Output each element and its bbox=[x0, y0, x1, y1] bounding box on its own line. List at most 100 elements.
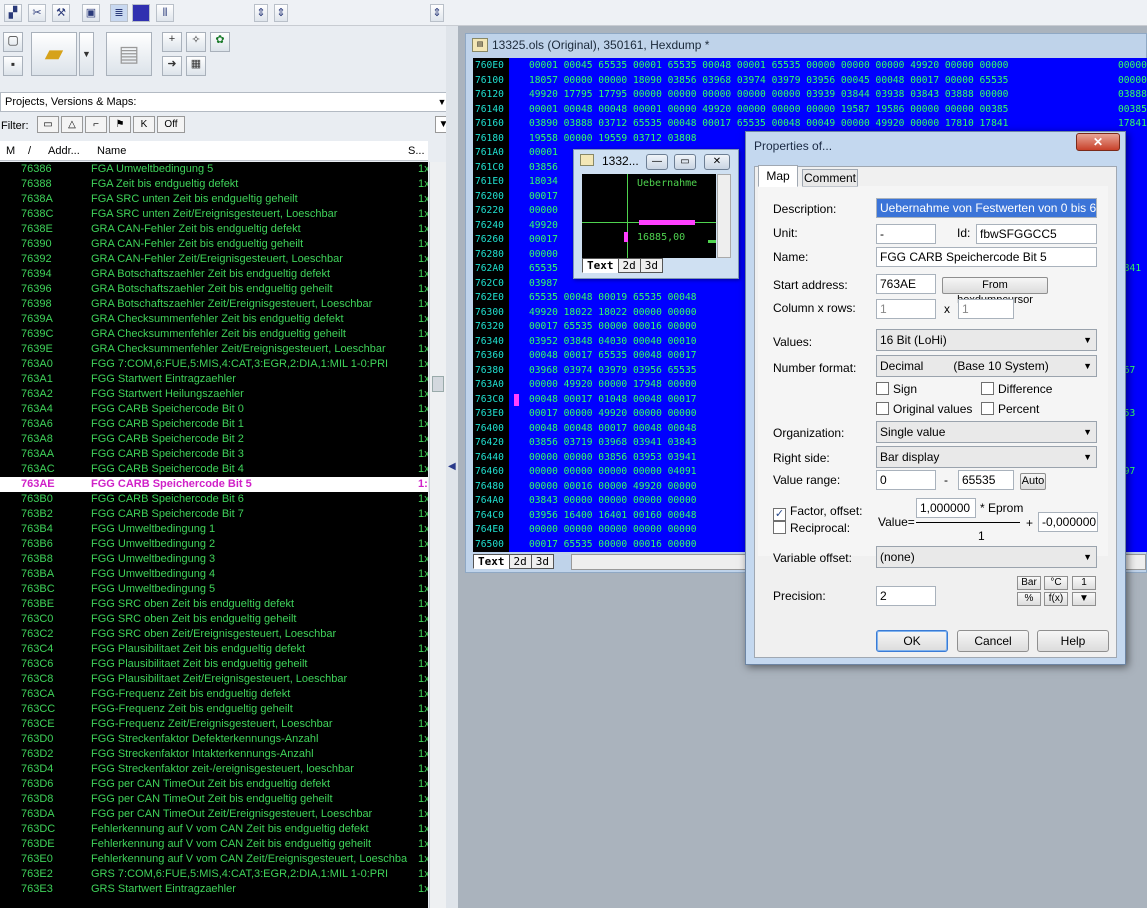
list-item[interactable]: 763C6 FGG Plausibilitaet Zeit bis endguel… bbox=[0, 657, 428, 672]
hex-row[interactable]: 00017 65535 00000 00016 00000 bbox=[529, 319, 697, 334]
list-item[interactable]: 76386 FGA Umweltbedingung 5 1x bbox=[0, 162, 428, 177]
precision-field[interactable]: 2 bbox=[876, 586, 936, 606]
chart-icon[interactable]: ▞ bbox=[4, 4, 22, 22]
rows-field[interactable]: 1 bbox=[958, 299, 1014, 319]
cancel-button[interactable]: Cancel bbox=[957, 630, 1029, 652]
hex-row[interactable]: 03890 03888 03712 65535 00048 00017 6553… bbox=[529, 116, 1008, 131]
celsius-button[interactable]: °C bbox=[1044, 576, 1068, 590]
hex-row[interactable]: 19558 00000 19559 03712 03808 bbox=[529, 131, 697, 146]
hex-row[interactable]: 18034 bbox=[529, 174, 558, 189]
list-item[interactable]: 763A6 FGG CARB Speichercode Bit 1 1x bbox=[0, 417, 428, 432]
list-item[interactable]: 763BA FGG Umweltbedingung 4 1x bbox=[0, 567, 428, 582]
list-item[interactable]: 763CC FGG-Frequenz Zeit bis endgueltig ge… bbox=[0, 702, 428, 717]
col-name[interactable]: Name bbox=[97, 145, 126, 157]
filter-bits-icon[interactable]: ▭ bbox=[37, 116, 59, 133]
range-min-field[interactable]: 0 bbox=[876, 470, 936, 490]
magic-icon[interactable]: ✧ bbox=[186, 32, 206, 52]
tab-comment[interactable]: Comment bbox=[802, 169, 858, 187]
hex-row[interactable]: 03952 03848 03968 65535 00048 bbox=[529, 551, 697, 552]
original-values-checkbox[interactable]: Original values bbox=[876, 402, 972, 416]
wrench-icon[interactable]: ⚒ bbox=[52, 4, 70, 22]
hex-row[interactable]: 00001 00048 00048 00001 00000 49920 0000… bbox=[529, 102, 1008, 117]
list-item[interactable]: 763D4 FGG Streckenfaktor zeit-/ereignisge… bbox=[0, 762, 428, 777]
function-button[interactable]: f(x) bbox=[1044, 592, 1068, 606]
name-field[interactable]: FGG CARB Speichercode Bit 5 bbox=[876, 247, 1097, 267]
hex-row[interactable]: 00000 00000 00000 00000 04091 bbox=[529, 464, 697, 479]
list-item[interactable]: 7638C FGA SRC unten Zeit/Ereignisgesteuer… bbox=[0, 207, 428, 222]
col-m[interactable]: M bbox=[6, 145, 15, 157]
list-item[interactable]: 763C2 FGG SRC oben Zeit/Ereignisgesteuert… bbox=[0, 627, 428, 642]
hex-row[interactable]: 03987 bbox=[529, 276, 558, 291]
list-item[interactable]: 763B2 FGG CARB Speichercode Bit 7 1x bbox=[0, 507, 428, 522]
hex-row-tail[interactable]: 03888 bbox=[1118, 87, 1147, 102]
list-item[interactable]: 763A8 FGG CARB Speichercode Bit 2 1x bbox=[0, 432, 428, 447]
scroll-thumb[interactable] bbox=[432, 376, 444, 392]
list-view-icon[interactable]: ≣ bbox=[110, 4, 128, 22]
hex-row[interactable]: 00000 00000 00000 00000 00000 bbox=[529, 522, 697, 537]
preview-tab-2d[interactable]: 2d bbox=[617, 258, 641, 273]
list-item[interactable]: 763D6 FGG per CAN TimeOut Zeit bis endgue… bbox=[0, 777, 428, 792]
list-item[interactable]: 763DA FGG per CAN TimeOut Zeit/Ereignisge… bbox=[0, 807, 428, 822]
properties-icon[interactable]: ▦ bbox=[186, 56, 206, 76]
project-folder-icon[interactable]: ▤ bbox=[106, 32, 152, 76]
one-button[interactable]: 1 bbox=[1072, 576, 1096, 590]
list-item[interactable]: 76396 GRA Botschaftszaehler Zeit bis endg… bbox=[0, 282, 428, 297]
right-side-select[interactable]: Bar display ▼ bbox=[876, 446, 1097, 468]
variable-offset-select[interactable]: (none) ▼ bbox=[876, 546, 1097, 568]
percent-button[interactable]: % bbox=[1017, 592, 1041, 606]
help-button[interactable]: Help bbox=[1037, 630, 1109, 652]
tab-2d[interactable]: 2d bbox=[508, 554, 532, 569]
collapse-arrow-icon[interactable]: ◀ bbox=[448, 461, 456, 477]
hex-row[interactable]: 00001 00045 65535 00001 65535 00048 0000… bbox=[529, 58, 1008, 73]
list-item[interactable]: 763AC FGG CARB Speichercode Bit 4 1x bbox=[0, 462, 428, 477]
list-item[interactable]: 763CE FGG-Frequenz Zeit/Ereignisgesteuert… bbox=[0, 717, 428, 732]
open-dropdown-icon[interactable]: ▼ bbox=[79, 32, 94, 76]
auto-button[interactable]: Auto bbox=[1020, 473, 1046, 490]
bar-button[interactable]: Bar bbox=[1017, 576, 1041, 590]
filter-axis-icon[interactable]: ⌐ bbox=[85, 116, 107, 133]
list-item[interactable]: 763B4 FGG Umweltbedingung 1 1x bbox=[0, 522, 428, 537]
spin-icon[interactable]: ⇕ bbox=[430, 4, 444, 22]
hex-row[interactable]: 00017 65535 00000 00016 00000 bbox=[529, 537, 697, 552]
list-item[interactable]: 763AA FGG CARB Speichercode Bit 3 1x bbox=[0, 447, 428, 462]
list-item[interactable]: 7639C GRA Checksummenfehler Zeit bis endg… bbox=[0, 327, 428, 342]
projects-select[interactable]: Projects, Versions & Maps: ▼ bbox=[0, 92, 452, 112]
maximize-icon[interactable]: ▭ bbox=[674, 154, 696, 170]
start-address-field[interactable]: 763AE bbox=[876, 274, 936, 294]
list-item[interactable]: 763E2 GRS 7:COM,6:FUE,5:MIS,4:CAT,3:EGR,2… bbox=[0, 867, 428, 882]
hex-row[interactable]: 00000 00016 00000 49920 00000 bbox=[529, 479, 697, 494]
dialog-close-icon[interactable]: ✕ bbox=[1076, 133, 1120, 151]
unit-field[interactable]: - bbox=[876, 224, 936, 244]
from-hexdump-button[interactable]: From hexdumpcursor bbox=[942, 277, 1048, 306]
tab-text[interactable]: Text bbox=[473, 554, 510, 569]
preview-tab-text[interactable]: Text bbox=[582, 258, 619, 273]
list-item[interactable]: 7638A FGA SRC unten Zeit bis endgueltig g… bbox=[0, 192, 428, 207]
hex-row[interactable]: 00000 49920 00000 17948 00000 bbox=[529, 377, 697, 392]
tab-3d[interactable]: 3d bbox=[530, 554, 554, 569]
hex-row[interactable]: 00017 bbox=[529, 189, 558, 204]
percent-checkbox[interactable]: Percent bbox=[981, 402, 1039, 416]
hex-row-tail[interactable]: 00385 bbox=[1118, 102, 1147, 117]
export-icon[interactable]: ➜ bbox=[162, 56, 182, 76]
hex-row[interactable]: 03843 00000 00000 00000 00000 bbox=[529, 493, 697, 508]
hex-row[interactable]: 00001 bbox=[529, 145, 558, 160]
hex-row[interactable]: 00017 bbox=[529, 232, 558, 247]
list-item[interactable]: 763B8 FGG Umweltbedingung 3 1x bbox=[0, 552, 428, 567]
factor-offset-checkbox[interactable]: ✓ Factor, offset: bbox=[773, 504, 862, 521]
new-document-icon[interactable]: ▢ bbox=[3, 32, 23, 52]
list-item[interactable]: 763DE Fehlerkennung auf V vom CAN Zeit bi… bbox=[0, 837, 428, 852]
reciprocal-checkbox[interactable]: Reciprocal: bbox=[773, 521, 850, 535]
add-map-icon[interactable]: + bbox=[162, 32, 182, 52]
hex-row[interactable]: 00048 00017 65535 00048 00017 bbox=[529, 348, 697, 363]
close-icon[interactable]: ✕ bbox=[704, 154, 730, 170]
splitter[interactable]: ◀ bbox=[446, 26, 458, 908]
hex-row[interactable]: 18057 00000 00000 18090 03856 03968 0397… bbox=[529, 73, 1008, 88]
hex-row[interactable]: 03856 bbox=[529, 160, 558, 175]
hex-row[interactable]: 00017 00000 49920 00000 00000 bbox=[529, 406, 697, 421]
list-item[interactable]: 763D2 FGG Streckenfaktor Intakterkennungs… bbox=[0, 747, 428, 762]
minimize-icon[interactable]: — bbox=[646, 154, 668, 170]
tab-map[interactable]: Map bbox=[758, 165, 798, 187]
offset-field[interactable]: -0,000000 bbox=[1038, 512, 1098, 532]
col-size[interactable]: S... bbox=[408, 145, 425, 157]
preview-vscroll[interactable] bbox=[717, 174, 731, 258]
